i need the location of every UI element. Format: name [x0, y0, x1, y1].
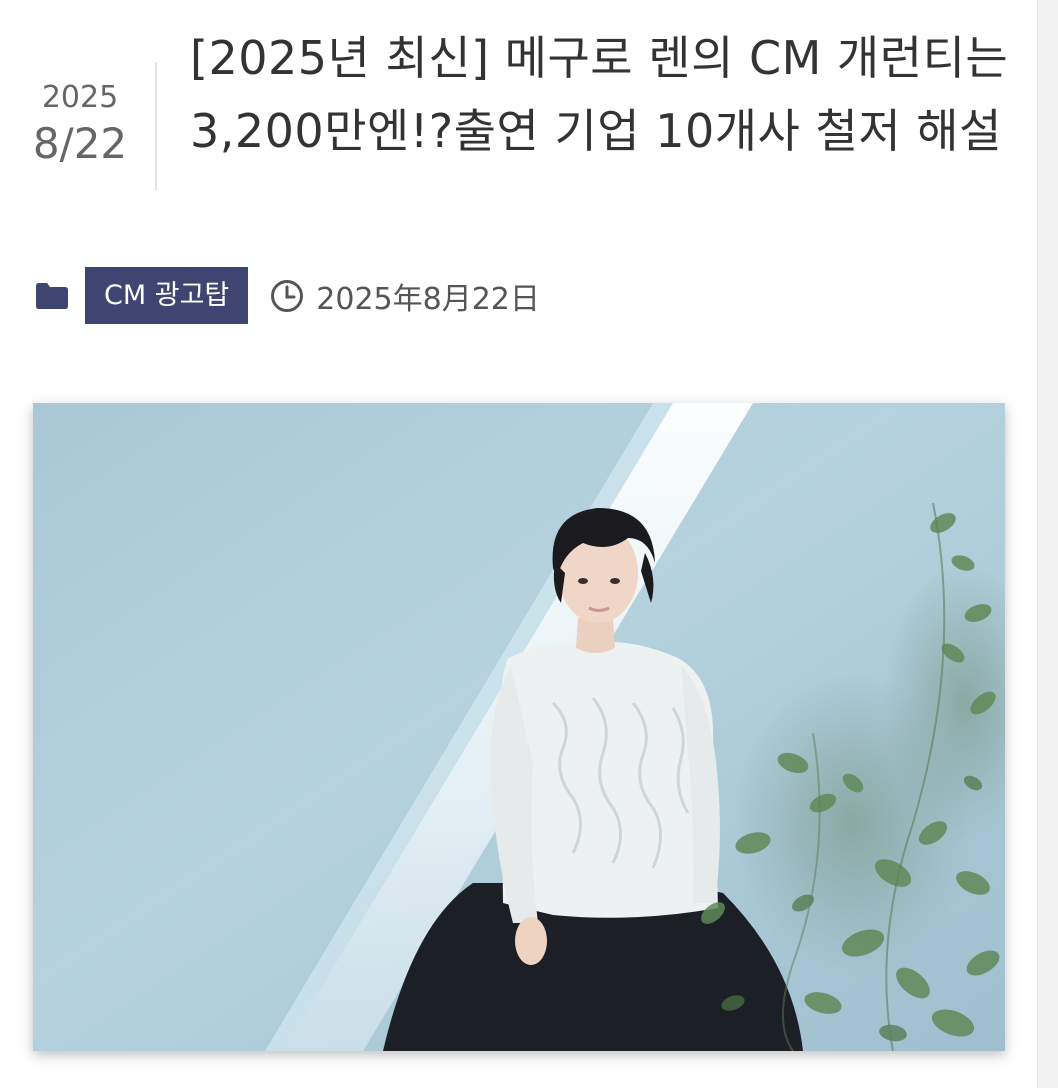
article-card: 2025 8/22 [2025년 최신] 메구로 렌의 CM 개런티는 3,20… — [0, 0, 1038, 1088]
published-date: 2025年8月22日 — [316, 281, 540, 317]
featured-image[interactable] — [33, 403, 1005, 1051]
post-title: [2025년 최신] 메구로 렌의 CM 개런티는 3,200만엔!?출연 기업… — [190, 31, 1009, 158]
date-month-day: 8/22 — [32, 119, 128, 168]
date-divider — [155, 62, 157, 190]
category-badge[interactable]: CM 광고탑 — [85, 267, 249, 324]
post-meta: CM 광고탑 2025年8月22日 — [36, 267, 540, 324]
date-year: 2025 — [41, 80, 119, 115]
clock-icon — [270, 279, 304, 313]
date-box: 2025 8/22 — [22, 78, 138, 170]
folder-icon — [36, 282, 68, 309]
